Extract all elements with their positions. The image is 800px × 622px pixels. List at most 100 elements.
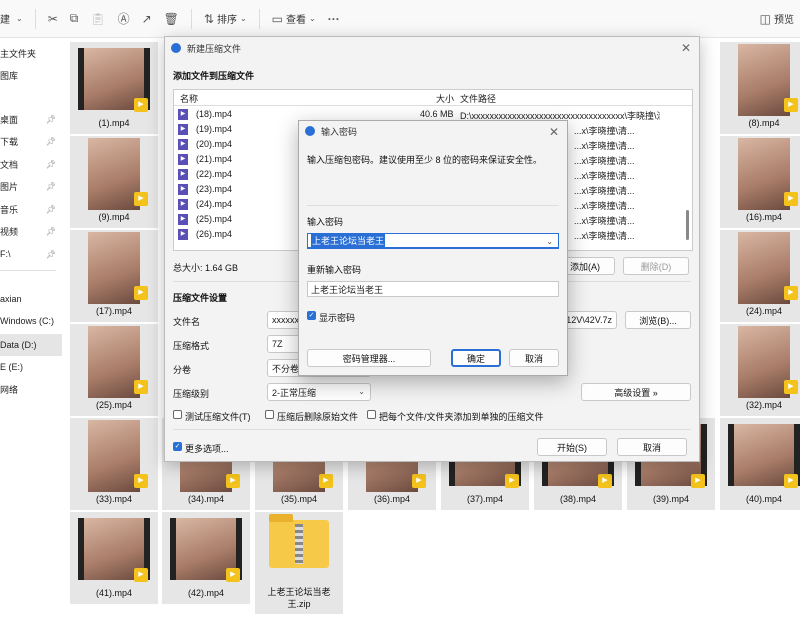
paste-icon[interactable]: 📋︎ bbox=[84, 6, 111, 32]
sidebar-item-network[interactable]: 网络 bbox=[0, 380, 62, 398]
start-button[interactable]: 开始(S) bbox=[537, 438, 607, 456]
file-tile[interactable]: ▶ (8).mp4 bbox=[720, 42, 800, 134]
sidebar-item-drive-f[interactable]: F:\ 📌︎ bbox=[0, 245, 62, 263]
column-name[interactable]: 名称 bbox=[180, 92, 198, 105]
file-tile[interactable]: ▶ (9).mp4 bbox=[70, 136, 158, 228]
file-tile[interactable]: ▶ (16).mp4 bbox=[720, 136, 800, 228]
sidebar-item-music[interactable]: 音乐 📌︎ bbox=[0, 200, 62, 218]
app-icon bbox=[171, 43, 181, 53]
view-button[interactable]: ▭ 查看 ⌄ bbox=[266, 6, 322, 32]
file-tile[interactable]: ▶ (42).mp4 bbox=[162, 512, 250, 604]
separate-archives-checkbox[interactable] bbox=[367, 410, 376, 419]
sidebar-item-label: 图片 bbox=[0, 181, 19, 192]
more-options-checkbox[interactable]: ✓ bbox=[173, 442, 182, 451]
divider bbox=[0, 270, 56, 271]
sidebar-item-drive-d[interactable]: Data (D:) bbox=[0, 334, 62, 356]
browse-button[interactable]: 浏览(B)... bbox=[625, 311, 691, 329]
file-name: (37).mp4 bbox=[466, 494, 503, 504]
video-thumbnail bbox=[88, 326, 140, 398]
chevron-down-icon[interactable]: ⌄ bbox=[546, 237, 553, 246]
dialog-titlebar: 新建压缩文件 bbox=[165, 37, 699, 59]
sidebar-item-home[interactable]: 主文件夹 bbox=[0, 44, 62, 62]
sort-button[interactable]: ⇅ 排序 ⌄ bbox=[198, 6, 253, 32]
chevron-down-icon[interactable]: ⌄ bbox=[10, 6, 29, 32]
column-size[interactable]: 大小 bbox=[436, 92, 454, 105]
player-badge-icon: ▶ bbox=[784, 474, 798, 488]
file-tile[interactable]: ▶ (33).mp4 bbox=[70, 418, 158, 510]
ok-button[interactable]: 确定 bbox=[451, 349, 501, 367]
file-tile[interactable]: ▶ (17).mp4 bbox=[70, 230, 158, 322]
sidebar-item-desktop[interactable]: 桌面 📌︎ bbox=[0, 110, 62, 128]
level-value: 2-正常压缩 bbox=[272, 387, 317, 398]
video-file-icon: ▶ bbox=[178, 229, 188, 240]
cut-icon[interactable]: ✂ bbox=[42, 6, 64, 32]
cancel-button[interactable]: 取消 bbox=[617, 438, 687, 456]
share-icon[interactable]: ↗ bbox=[136, 6, 158, 32]
file-name: (9).mp4 bbox=[98, 212, 130, 222]
sidebar-item-drive-e[interactable]: E (E:) bbox=[0, 358, 62, 376]
advanced-settings-button[interactable]: 高级设置 » bbox=[581, 383, 691, 401]
file-tile[interactable]: ▶ (25).mp4 bbox=[70, 324, 158, 416]
player-badge-icon: ▶ bbox=[319, 474, 333, 488]
video-thumbnail bbox=[738, 44, 790, 116]
file-name: (36).mp4 bbox=[373, 494, 410, 504]
file-tile[interactable]: ▶ (1).mp4 bbox=[70, 42, 158, 134]
sidebar-item-pictures[interactable]: 图片 📌︎ bbox=[0, 177, 62, 195]
password-input[interactable]: 上老王论坛当老王 ⌄ bbox=[307, 233, 559, 249]
file-tile[interactable]: 上老王论坛当老王.zip bbox=[255, 512, 343, 614]
file-tile[interactable]: ▶ (41).mp4 bbox=[70, 512, 158, 604]
pin-icon: 📌︎ bbox=[45, 226, 56, 236]
separator bbox=[258, 8, 260, 29]
sidebar-item-label: 视频 bbox=[0, 226, 19, 237]
sidebar-item-label: 网络 bbox=[0, 384, 19, 395]
scrollbar[interactable] bbox=[686, 210, 689, 240]
column-path[interactable]: 文件路径 bbox=[460, 92, 496, 105]
reenter-password-input[interactable]: 上老王论坛当老王 bbox=[307, 281, 559, 297]
more-icon[interactable]: ··· bbox=[322, 6, 346, 32]
new-button-partial[interactable]: 建 bbox=[0, 11, 10, 26]
sidebar-item-gallery[interactable]: 图库 bbox=[0, 66, 62, 84]
player-badge-icon: ▶ bbox=[134, 474, 148, 488]
file-name: (41).mp4 bbox=[95, 588, 132, 598]
chevron-down-icon: ⌄ bbox=[239, 14, 247, 23]
file-tile[interactable]: ▶ (24).mp4 bbox=[720, 230, 800, 322]
dialog-titlebar: 输入密码 bbox=[299, 121, 567, 141]
delete-after-checkbox[interactable] bbox=[265, 410, 274, 419]
sidebar-item-downloads[interactable]: 下载 📌︎ bbox=[0, 132, 62, 150]
file-tile[interactable]: ▶ (32).mp4 bbox=[720, 324, 800, 416]
close-icon[interactable]: ✕ bbox=[681, 41, 691, 55]
format-value: 7Z bbox=[272, 339, 283, 349]
sidebar-item-drive-c[interactable]: Windows (C:) bbox=[0, 312, 62, 330]
filename-tail: 12V\42V.7z bbox=[566, 315, 612, 325]
file-name: (42).mp4 bbox=[187, 588, 224, 598]
sidebar-item-user[interactable]: axian bbox=[0, 290, 62, 308]
pin-icon: 📌︎ bbox=[45, 159, 56, 169]
sidebar-item-documents[interactable]: 文档 📌︎ bbox=[0, 155, 62, 173]
delete-button[interactable]: 删除(D) bbox=[623, 257, 689, 275]
file-path: ...x\李晓撞\清... bbox=[574, 156, 635, 166]
preview-button[interactable]: ◫ 预览 bbox=[754, 6, 800, 32]
copy-icon[interactable]: ⧉ bbox=[64, 6, 85, 32]
sidebar-item-label: 音乐 bbox=[0, 204, 19, 215]
rename-icon[interactable]: Ⓐ bbox=[112, 6, 136, 32]
test-archive-label: 测试压缩文件(T) bbox=[185, 412, 251, 422]
file-name: (33).mp4 bbox=[95, 494, 132, 504]
level-select[interactable]: 2-正常压缩 ⌄ bbox=[267, 383, 371, 401]
show-password-label: 显示密码 bbox=[319, 313, 356, 323]
sidebar-item-label: Data (D:) bbox=[0, 340, 37, 350]
delete-icon[interactable]: 🗑︎ bbox=[158, 6, 185, 32]
file-tile[interactable]: ▶ (40).mp4 bbox=[720, 418, 800, 510]
sidebar-item-label: 图库 bbox=[0, 70, 19, 81]
chevron-down-icon: ⌄ bbox=[358, 387, 365, 396]
password-manager-button[interactable]: 密码管理器... bbox=[307, 349, 431, 367]
close-icon[interactable]: ✕ bbox=[549, 125, 559, 139]
cancel-button[interactable]: 取消 bbox=[509, 349, 559, 367]
player-badge-icon: ▶ bbox=[134, 98, 148, 112]
file-path: ...x\李晓撞\清... bbox=[574, 171, 635, 181]
test-archive-checkbox[interactable] bbox=[173, 410, 182, 419]
player-badge-icon: ▶ bbox=[134, 286, 148, 300]
show-password-checkbox[interactable]: ✓ bbox=[307, 311, 316, 320]
sidebar-item-videos[interactable]: 视频 📌︎ bbox=[0, 222, 62, 240]
reenter-value: 上老王论坛当老王 bbox=[311, 284, 384, 295]
separator bbox=[190, 8, 192, 29]
